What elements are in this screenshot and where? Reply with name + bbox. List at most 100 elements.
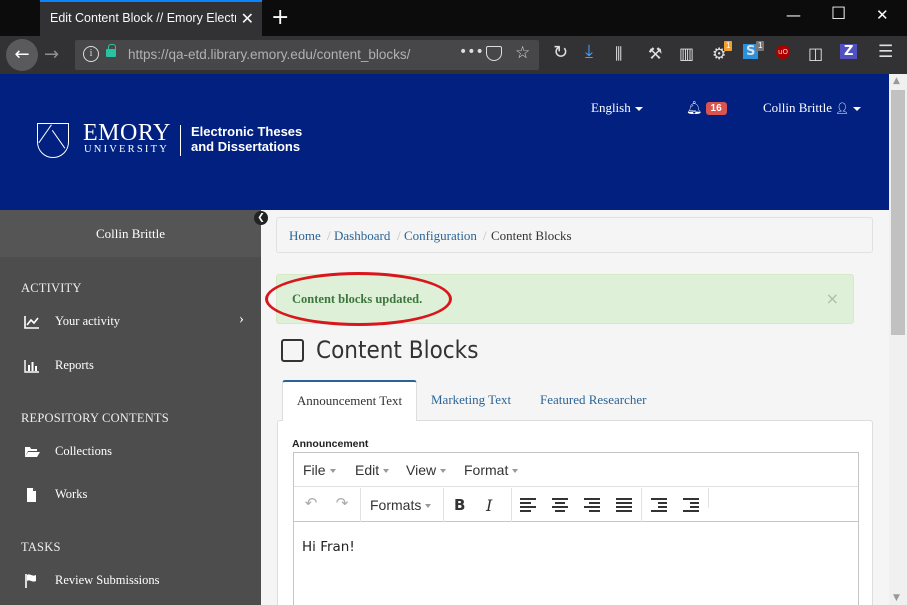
maximize-icon[interactable]: ☐ <box>831 4 846 24</box>
editor-content[interactable]: Hi Fran! <box>302 539 355 555</box>
sidebar-item-label: Your activity <box>55 314 121 328</box>
flag-icon <box>25 574 36 588</box>
back-arrow-icon[interactable]: ← <box>6 39 38 71</box>
align-justify-icon[interactable] <box>616 498 632 512</box>
breadcrumb-configuration[interactable]: Configuration <box>404 228 477 244</box>
announcement-label: Announcement <box>292 438 369 450</box>
logo-divider <box>180 125 181 156</box>
scrollbar-thumb[interactable] <box>891 90 905 335</box>
logo-university: UNIVERSITY <box>84 144 169 155</box>
sidebar-item-reports[interactable]: Reports <box>0 352 261 382</box>
wrench-icon[interactable]: ⚒ <box>648 44 662 63</box>
sidebar-item-your-activity[interactable]: Your activity › <box>0 308 261 338</box>
trash-icon[interactable]: ▥ <box>679 44 694 63</box>
notification-count-badge: 16 <box>705 102 727 115</box>
menu-label: View <box>406 462 437 478</box>
browser-tab-bar: Edit Content Block // Emory Electronic T… <box>0 0 907 36</box>
chevron-down-icon <box>383 469 390 474</box>
scroll-down-icon[interactable]: ▼ <box>893 593 900 603</box>
sidebar-toggle-icon[interactable]: ◫ <box>808 44 823 63</box>
redo-icon[interactable]: ↷ <box>334 494 350 516</box>
sidebar-item-label: Works <box>55 487 88 501</box>
library-icon[interactable]: ⫼ <box>615 44 622 64</box>
hamburger-menu-icon[interactable]: ☰ <box>878 42 893 62</box>
outdent-icon[interactable] <box>651 498 667 512</box>
page-actions-icon[interactable]: ••• <box>459 44 484 60</box>
sidebar-item-collections[interactable]: Collections <box>0 438 261 468</box>
menu-label: Format <box>464 462 509 478</box>
undo-icon[interactable]: ↶ <box>303 494 319 516</box>
browser-toolbar: ← → i https://qa-etd.library.emory.edu/c… <box>0 36 907 74</box>
line-chart-icon <box>24 316 39 329</box>
breadcrumb-dashboard[interactable]: Dashboard <box>334 228 390 244</box>
menu-format[interactable]: Format <box>464 462 519 478</box>
notifications-button[interactable]: 🔔︎ 16 <box>686 100 727 116</box>
browser-tab[interactable]: Edit Content Block // Emory Electronic T… <box>40 0 262 36</box>
forward-arrow-icon[interactable]: → <box>44 44 59 65</box>
italic-button[interactable]: I <box>486 496 492 518</box>
minimize-icon[interactable]: — <box>786 6 801 24</box>
indent-icon[interactable] <box>683 498 699 512</box>
alert-close-button[interactable]: × <box>826 289 839 308</box>
sidebar-item-label: Review Submissions <box>55 573 160 587</box>
menu-file[interactable]: File <box>303 462 336 478</box>
page-scrollbar[interactable]: ▲ ▼ <box>889 74 907 605</box>
scroll-up-icon[interactable]: ▲ <box>893 76 900 86</box>
pocket-icon[interactable] <box>486 46 502 61</box>
tab-announcement-text[interactable]: Announcement Text <box>282 380 417 421</box>
align-right-icon[interactable] <box>584 498 600 512</box>
sidebar-heading-tasks: TASKS <box>21 540 61 554</box>
toolbar-divider <box>443 488 444 522</box>
page-title: Content Blocks <box>316 336 479 364</box>
breadcrumb-separator: / <box>483 228 487 243</box>
bookmark-star-icon[interactable]: ☆ <box>515 43 530 63</box>
chevron-down-icon <box>512 469 519 474</box>
chevron-down-icon <box>425 504 432 509</box>
page-content: EMORY UNIVERSITY Electronic Theses and D… <box>0 74 889 605</box>
sidebar-item-works[interactable]: Works <box>0 481 261 511</box>
sidebar-item-review-submissions[interactable]: Review Submissions <box>0 567 261 597</box>
bar-chart-icon <box>24 360 39 373</box>
chevron-down-icon <box>440 469 447 474</box>
menu-view[interactable]: View <box>406 462 447 478</box>
language-dropdown[interactable]: English <box>591 100 643 116</box>
file-icon <box>27 488 36 502</box>
annotation-circle <box>265 272 452 326</box>
formats-dropdown[interactable]: Formats <box>370 497 432 519</box>
download-icon[interactable]: ⤓ <box>585 41 593 62</box>
zotero-icon[interactable]: Z <box>840 44 858 59</box>
formats-label: Formats <box>370 497 422 513</box>
breadcrumb-home[interactable]: Home <box>289 228 321 244</box>
lock-icon <box>106 44 116 57</box>
logo-emory[interactable]: EMORY <box>83 120 171 147</box>
content-blocks-icon <box>281 339 304 362</box>
sidebar-collapse-icon[interactable]: ❮ <box>254 211 268 225</box>
tab-featured-researcher[interactable]: Featured Researcher <box>540 392 646 408</box>
window-close-icon[interactable]: ✕ <box>876 6 889 24</box>
close-tab-icon[interactable]: ✕ <box>241 9 254 29</box>
url-text[interactable]: https://qa-etd.library.emory.edu/content… <box>128 47 423 62</box>
toolbar-divider <box>641 488 642 522</box>
breadcrumb-current: Content Blocks <box>491 228 572 243</box>
browser-tab-title: Edit Content Block // Emory Electronic T… <box>50 11 236 25</box>
bold-button[interactable]: B <box>454 496 465 518</box>
chevron-down-icon <box>329 469 336 474</box>
bell-icon: 🔔︎ <box>686 100 703 115</box>
sidebar-item-label: Reports <box>55 358 94 372</box>
site-header: EMORY UNIVERSITY Electronic Theses and D… <box>0 74 889 210</box>
address-bar[interactable]: i https://qa-etd.library.emory.edu/conte… <box>75 40 539 70</box>
user-name: Collin Brittle <box>763 100 832 115</box>
toolbar-divider <box>708 488 709 508</box>
extension-badge-1: 1 <box>724 41 733 51</box>
align-center-icon[interactable] <box>552 498 568 512</box>
menu-edit[interactable]: Edit <box>355 462 390 478</box>
tab-marketing-text[interactable]: Marketing Text <box>431 392 511 408</box>
ublock-icon[interactable]: uO <box>776 45 790 59</box>
align-left-icon[interactable] <box>520 498 536 512</box>
new-tab-button[interactable]: + <box>271 5 289 30</box>
logo-etd[interactable]: Electronic Theses and Dissertations <box>191 124 321 154</box>
info-icon[interactable]: i <box>83 46 99 62</box>
logo-etd-line1: Electronic Theses <box>191 124 303 139</box>
reload-icon[interactable]: ↻ <box>553 42 568 63</box>
user-menu-dropdown[interactable]: Collin Brittle 👤︎ <box>763 100 862 116</box>
